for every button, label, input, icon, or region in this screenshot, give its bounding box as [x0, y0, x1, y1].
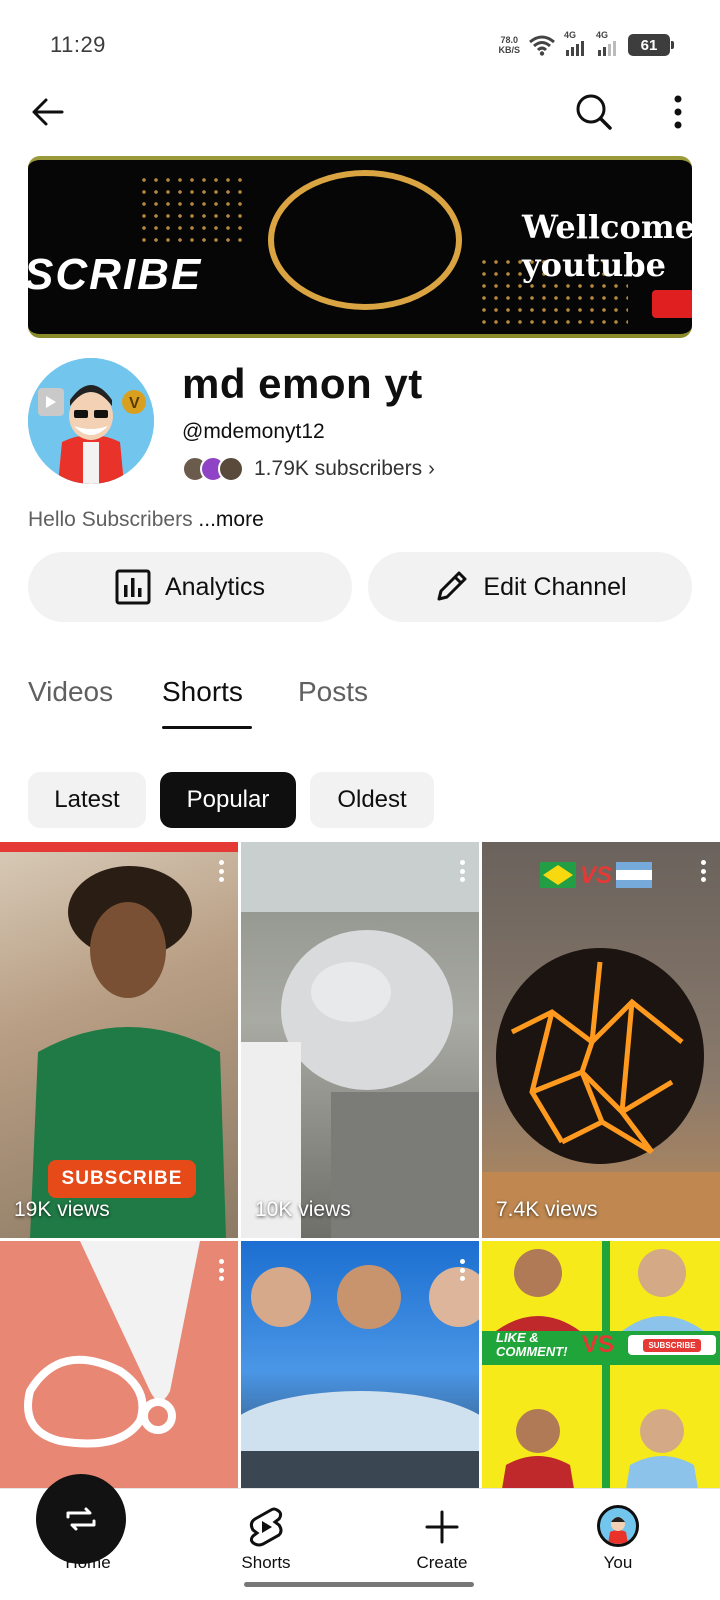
channel-banner[interactable]: SCRIBE Wellcome youtube: [28, 156, 692, 338]
battery-icon: 61: [628, 34, 674, 56]
shorts-icon: [249, 1507, 283, 1547]
signal-icon: 4G: [596, 30, 620, 56]
more-vertical-icon: [674, 95, 682, 129]
svg-text:V: V: [129, 395, 140, 412]
chip-popular[interactable]: Popular: [160, 772, 296, 828]
subscribe-sticker: SUBSCRIBE: [48, 1160, 196, 1198]
short-menu-button[interactable]: [218, 1259, 224, 1281]
chevron-right-icon: ›: [428, 457, 435, 480]
nav-shorts[interactable]: Shorts: [196, 1489, 336, 1579]
banner-left-text: SCRIBE: [28, 250, 203, 299]
gesture-bar: [244, 1582, 474, 1587]
floating-action-button[interactable]: [36, 1474, 126, 1564]
vs-label: VS: [582, 1331, 615, 1358]
analytics-label: Analytics: [164, 572, 266, 601]
pencil-icon: [437, 571, 467, 601]
repeat-icon: [66, 1507, 96, 1531]
short-menu-button[interactable]: [459, 1259, 465, 1281]
plus-icon: [425, 1510, 459, 1544]
chip-latest[interactable]: Latest: [28, 772, 146, 828]
thumbnail-image: [482, 862, 720, 1238]
nav-create[interactable]: Create: [372, 1489, 512, 1579]
thumbnail-image: [24, 1241, 200, 1448]
short-thumbnail[interactable]: LIKE & COMMENT! VS SUBSCRIBE: [482, 1241, 720, 1488]
channel-handle: @mdemonyt12: [182, 420, 325, 443]
more-link[interactable]: ...more: [198, 508, 263, 531]
short-menu-button[interactable]: [459, 860, 465, 882]
edit-channel-button[interactable]: Edit Channel: [368, 552, 692, 622]
banner-decoration: [138, 174, 248, 244]
active-tab-indicator: [162, 726, 252, 729]
short-thumbnail[interactable]: SUBSCRIBE 19K views: [0, 842, 238, 1238]
like-comment-label: LIKE & COMMENT!: [496, 1330, 568, 1359]
status-icons: 78.0 KB/S 4G 4G 61: [498, 30, 674, 60]
network-speed: 78.0 KB/S: [498, 35, 520, 55]
back-arrow-icon: [32, 98, 64, 126]
short-views: 19K views: [14, 1198, 110, 1221]
channel-name: md emon yt: [182, 360, 423, 407]
channel-tabs: Videos Shorts Posts: [0, 666, 720, 732]
subscribers-row[interactable]: 1.79K subscribers ›: [182, 454, 435, 484]
analytics-icon: [115, 569, 151, 605]
tab-shorts[interactable]: Shorts: [162, 676, 243, 708]
short-views: 7.4K views: [496, 1198, 598, 1221]
thumbnail-image: [241, 1265, 479, 1488]
nav-shorts-label: Shorts: [241, 1553, 291, 1572]
nav-you-label: You: [603, 1553, 633, 1572]
status-bar: 11:29 78.0 KB/S 4G 4G 61: [0, 0, 720, 92]
wifi-icon: [529, 35, 555, 56]
signal-icon: 4G: [564, 30, 588, 56]
nav-create-label: Create: [416, 1553, 468, 1572]
chip-oldest[interactable]: Oldest: [310, 772, 434, 828]
thumbnail-image: [482, 1241, 720, 1488]
channel-description[interactable]: Hello Subscribers ...more: [28, 508, 264, 532]
channel-avatar[interactable]: V: [28, 358, 154, 484]
avatar-illustration: V: [28, 358, 154, 484]
vs-label: VS: [580, 862, 613, 889]
nav-you[interactable]: You: [548, 1489, 688, 1579]
thumbnail-image: [241, 842, 479, 1238]
short-thumbnail[interactable]: 10K views: [241, 842, 479, 1238]
tab-videos[interactable]: Videos: [28, 676, 113, 708]
banner-right-text: Wellcome youtube: [522, 208, 692, 284]
back-button[interactable]: [24, 88, 72, 136]
shorts-grid: SUBSCRIBE 19K views 10K views VS 7.4K vi…: [0, 842, 720, 1488]
more-options-button[interactable]: [654, 88, 702, 136]
banner-ring: [268, 170, 462, 310]
search-icon: [576, 94, 612, 130]
short-thumbnail[interactable]: [0, 1241, 238, 1488]
status-time: 11:29: [50, 32, 106, 57]
banner-red-tag: [652, 290, 692, 318]
subscriber-count: 1.79K subscribers: [254, 457, 423, 480]
analytics-button[interactable]: Analytics: [28, 552, 352, 622]
short-thumbnail[interactable]: VS 7.4K views: [482, 842, 720, 1238]
edit-channel-label: Edit Channel: [483, 572, 627, 601]
search-button[interactable]: [570, 88, 618, 136]
tab-posts[interactable]: Posts: [298, 676, 368, 708]
subscriber-avatar: [218, 456, 244, 482]
short-thumbnail[interactable]: [241, 1241, 479, 1488]
short-views: 10K views: [255, 1198, 351, 1221]
top-bar: [0, 88, 720, 160]
short-menu-button[interactable]: [700, 860, 706, 882]
subscribe-sticker: SUBSCRIBE: [628, 1335, 716, 1355]
short-menu-button[interactable]: [218, 860, 224, 882]
avatar: [597, 1505, 639, 1547]
